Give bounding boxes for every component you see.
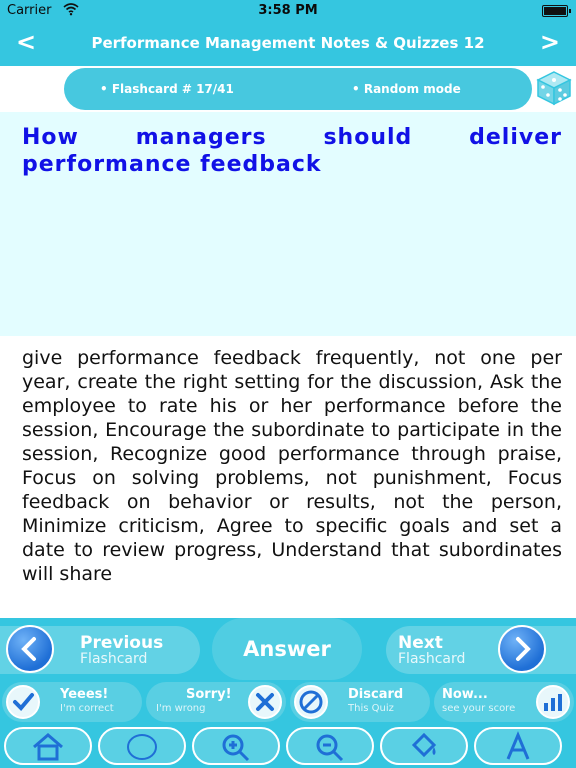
wrong-title: Sorry!	[186, 687, 232, 702]
discard-icon	[294, 685, 328, 719]
zoom-out-button[interactable]	[286, 727, 374, 765]
wrong-button[interactable]: Sorry! I'm wrong	[146, 682, 286, 722]
checkmark-icon	[6, 685, 40, 719]
blank-icon	[127, 734, 157, 760]
zoom-out-icon	[316, 734, 344, 762]
chart-icon	[536, 685, 570, 719]
random-mode-toggle[interactable]: • Random mode	[352, 82, 461, 96]
paint-bucket-icon	[411, 732, 437, 758]
font-icon	[506, 731, 530, 760]
blank-button[interactable]	[98, 727, 186, 765]
next-title: Next	[398, 633, 443, 653]
score-subtitle: see your score	[442, 703, 516, 714]
flashcard-answer: give performance feedback frequently, no…	[22, 347, 562, 585]
flashcard-controls: Previous Flashcard Answer Next Flashcard	[0, 618, 576, 680]
score-title: Now...	[442, 687, 488, 702]
discard-title: Discard	[348, 687, 404, 702]
home-icon	[33, 733, 63, 761]
previous-arrow-icon[interactable]	[6, 625, 54, 673]
next-subtitle: Flashcard	[398, 651, 466, 667]
previous-title: Previous	[80, 633, 164, 653]
answer-pane[interactable]: give performance feedback frequently, no…	[0, 336, 576, 618]
question-pane: How managers should deliver performance …	[0, 112, 576, 336]
zoom-in-button[interactable]	[192, 727, 280, 765]
correct-button[interactable]: Yeees! I'm correct	[2, 682, 142, 722]
dice-icon[interactable]	[536, 70, 572, 106]
correct-title: Yeees!	[60, 687, 109, 702]
flashcard-question: How managers should deliver performance …	[22, 125, 562, 177]
flashcard-counter: • Flashcard # 17/41	[100, 82, 234, 96]
app-root: Carrier 3:58 PM < Performance Management…	[0, 0, 576, 768]
next-flashcard-label[interactable]: Next Flashcard	[398, 633, 466, 668]
font-button[interactable]	[474, 727, 562, 765]
score-button[interactable]: Now... see your score	[434, 682, 574, 722]
discard-button[interactable]: Discard This Quiz	[290, 682, 430, 722]
score-bar: Yeees! I'm correct Sorry! I'm wrong Disc…	[0, 680, 576, 724]
battery-icon	[542, 5, 571, 17]
previous-flashcard-label[interactable]: Previous Flashcard	[80, 633, 164, 668]
zoom-in-icon	[222, 734, 250, 762]
forward-arrow-icon[interactable]: >	[540, 28, 560, 56]
previous-subtitle: Flashcard	[80, 651, 148, 667]
x-icon	[248, 685, 282, 719]
next-arrow-icon[interactable]	[498, 625, 546, 673]
discard-subtitle: This Quiz	[348, 703, 394, 714]
tool-bar	[0, 724, 576, 768]
answer-button[interactable]: Answer	[212, 618, 362, 680]
page-title: Performance Management Notes & Quizzes 1…	[91, 34, 485, 52]
flashcard-info-strip: • Flashcard # 17/41 • Random mode	[0, 66, 576, 112]
status-bar: Carrier 3:58 PM	[0, 0, 576, 22]
nav-bar: < Performance Management Notes & Quizzes…	[0, 22, 576, 66]
wrong-subtitle: I'm wrong	[156, 703, 206, 714]
clock: 3:58 PM	[258, 3, 318, 18]
theme-button[interactable]	[380, 727, 468, 765]
correct-subtitle: I'm correct	[60, 703, 114, 714]
flashcard-info-pill: • Flashcard # 17/41 • Random mode	[64, 68, 532, 110]
home-button[interactable]	[4, 727, 92, 765]
back-arrow-icon[interactable]: <	[16, 28, 36, 56]
